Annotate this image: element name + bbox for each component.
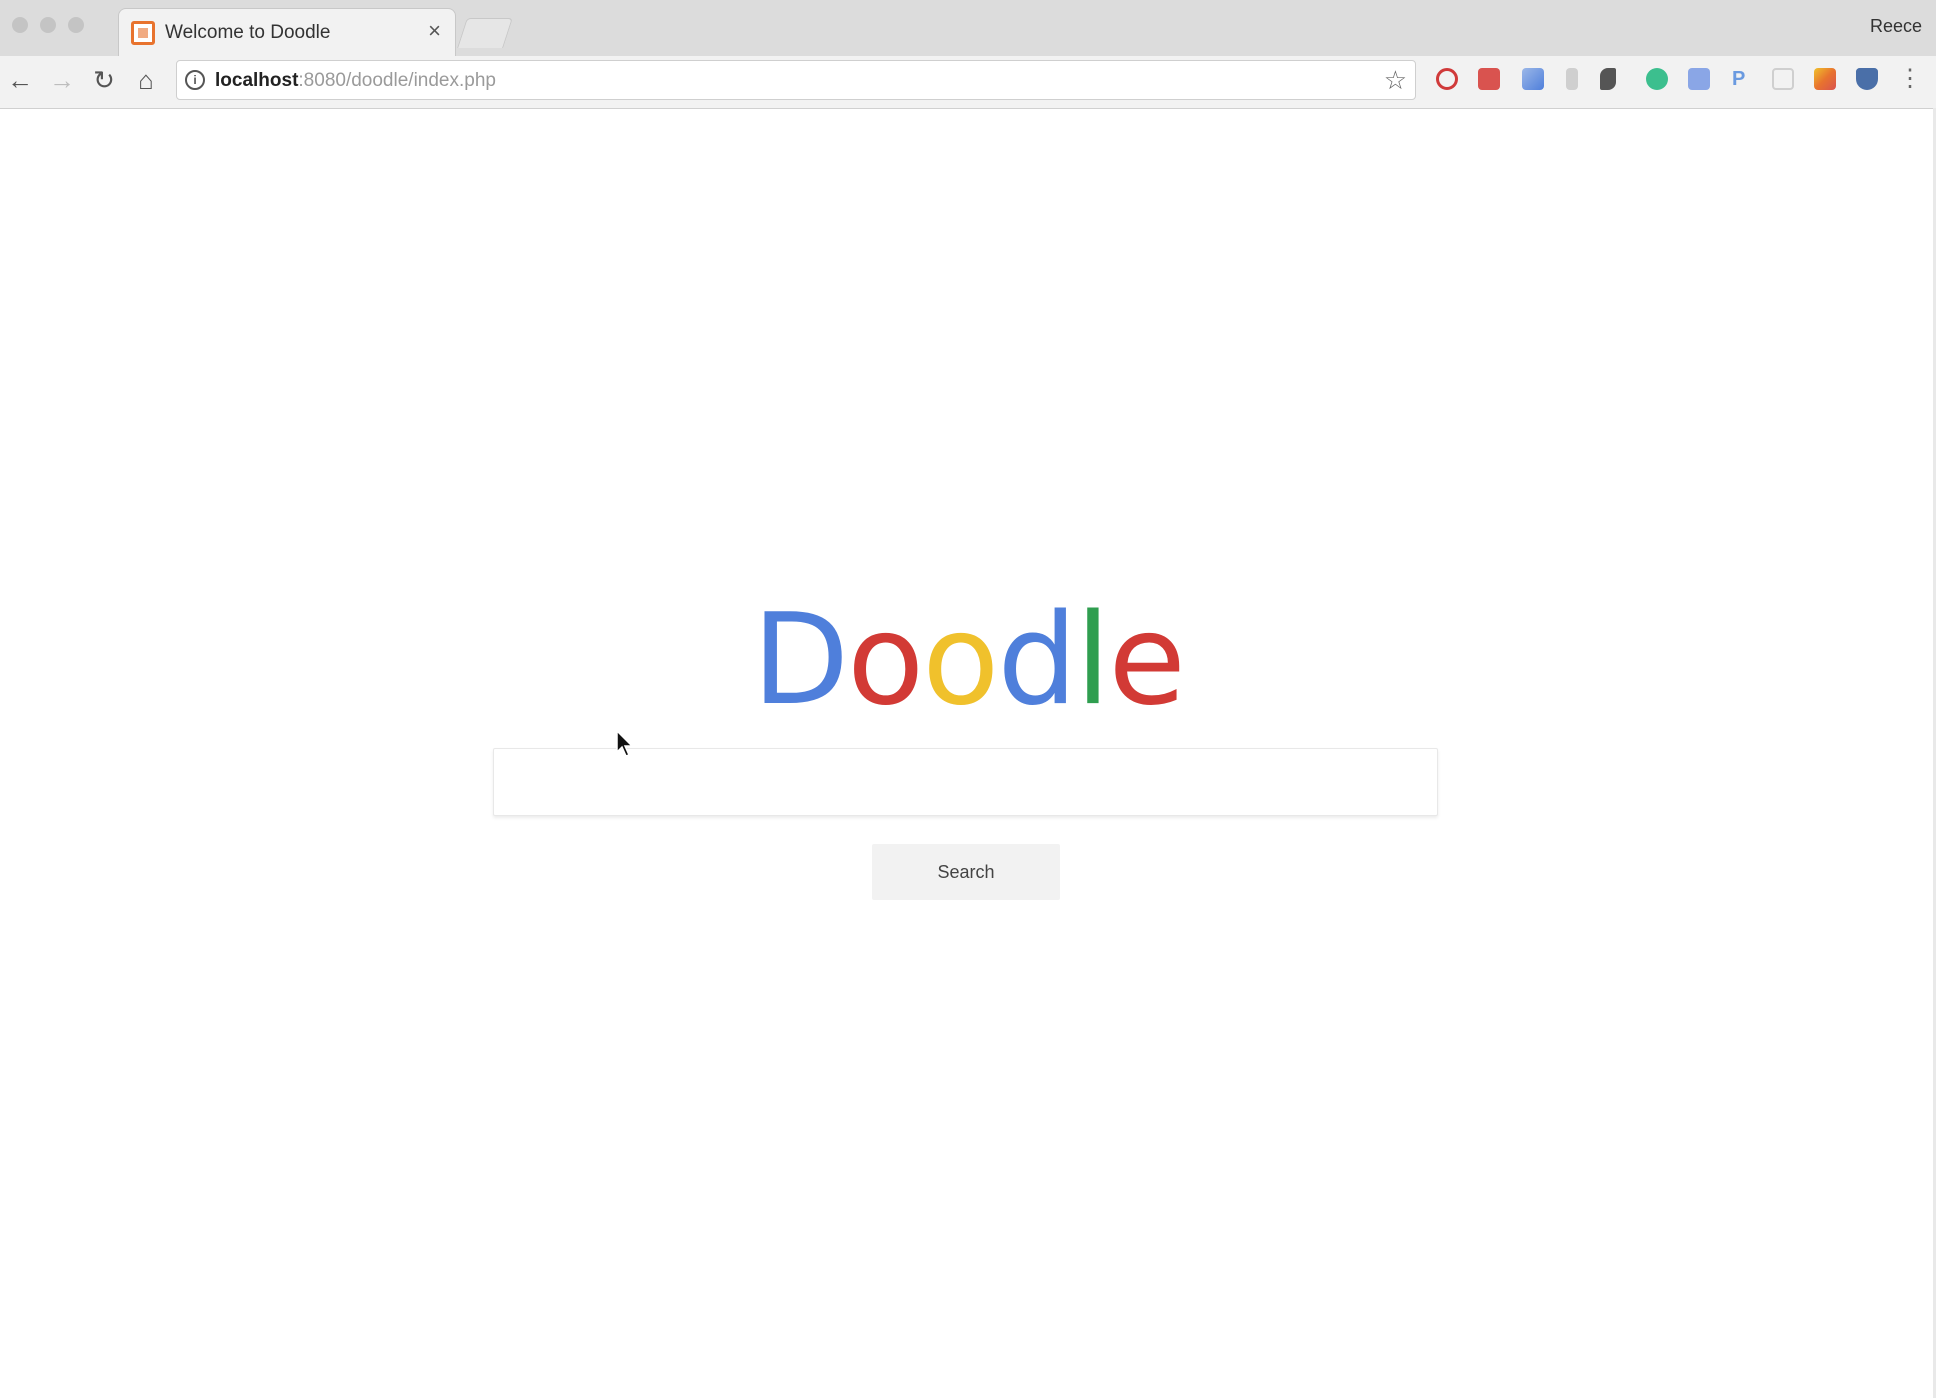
new-tab-button[interactable] <box>457 18 513 48</box>
opera-icon[interactable] <box>1436 68 1458 90</box>
ext-color-icon[interactable] <box>1814 68 1836 90</box>
url-path: :8080/doodle/index.php <box>298 70 496 91</box>
window-minimize-dot[interactable] <box>40 17 56 33</box>
logo-letter: l <box>1075 586 1110 733</box>
url-host: localhost <box>215 70 299 91</box>
bookmark-star-icon[interactable]: ☆ <box>1384 65 1407 95</box>
address-bar[interactable]: i localhost:8080/doodle/index.php ☆ <box>176 60 1416 100</box>
site-info-icon[interactable]: i <box>185 70 205 90</box>
search-input[interactable] <box>493 748 1438 816</box>
translate-ext-icon[interactable] <box>1522 68 1544 90</box>
logo-letter: e <box>1108 586 1186 733</box>
shield-icon[interactable] <box>1856 68 1878 90</box>
grammarly-icon[interactable] <box>1646 68 1668 90</box>
tab-close-icon[interactable]: × <box>428 19 441 43</box>
browser-menu-icon[interactable]: ⋮ <box>1898 66 1922 92</box>
browser-tab-active[interactable]: Welcome to Doodle × <box>118 8 456 56</box>
logo-letter: o <box>922 586 999 733</box>
tab-title: Welcome to Doodle <box>165 22 331 43</box>
logo-letter: D <box>752 586 849 733</box>
reload-icon[interactable]: ↻ <box>86 62 122 98</box>
url-text[interactable]: localhost:8080/doodle/index.php <box>215 70 496 92</box>
doodle-logo: Doodle <box>0 590 1936 730</box>
browser-title-bar: Welcome to Doodle × Reece <box>0 0 1936 57</box>
back-icon[interactable]: ← <box>2 62 38 98</box>
search-button[interactable]: Search <box>872 844 1060 900</box>
window-close-dot[interactable] <box>12 17 28 33</box>
translate-icon[interactable] <box>1688 68 1710 90</box>
logo-letter: d <box>997 586 1077 733</box>
profile-name[interactable]: Reece <box>1870 16 1922 37</box>
ext-dark-icon[interactable] <box>1600 68 1616 90</box>
home-icon[interactable]: ⌂ <box>128 62 164 98</box>
ext-box-icon[interactable] <box>1772 68 1794 90</box>
stop-icon[interactable] <box>1478 68 1500 90</box>
paypal-icon[interactable]: P <box>1732 68 1748 90</box>
ext-grey-icon[interactable] <box>1566 68 1578 90</box>
window-zoom-dot[interactable] <box>68 17 84 33</box>
forward-icon[interactable]: → <box>44 62 80 98</box>
browser-toolbar: ← → ↻ ⌂ i localhost:8080/doodle/index.ph… <box>0 56 1936 109</box>
mouse-cursor-icon <box>616 730 634 757</box>
doodle-favicon-icon <box>131 21 155 45</box>
logo-letter: o <box>847 586 924 733</box>
